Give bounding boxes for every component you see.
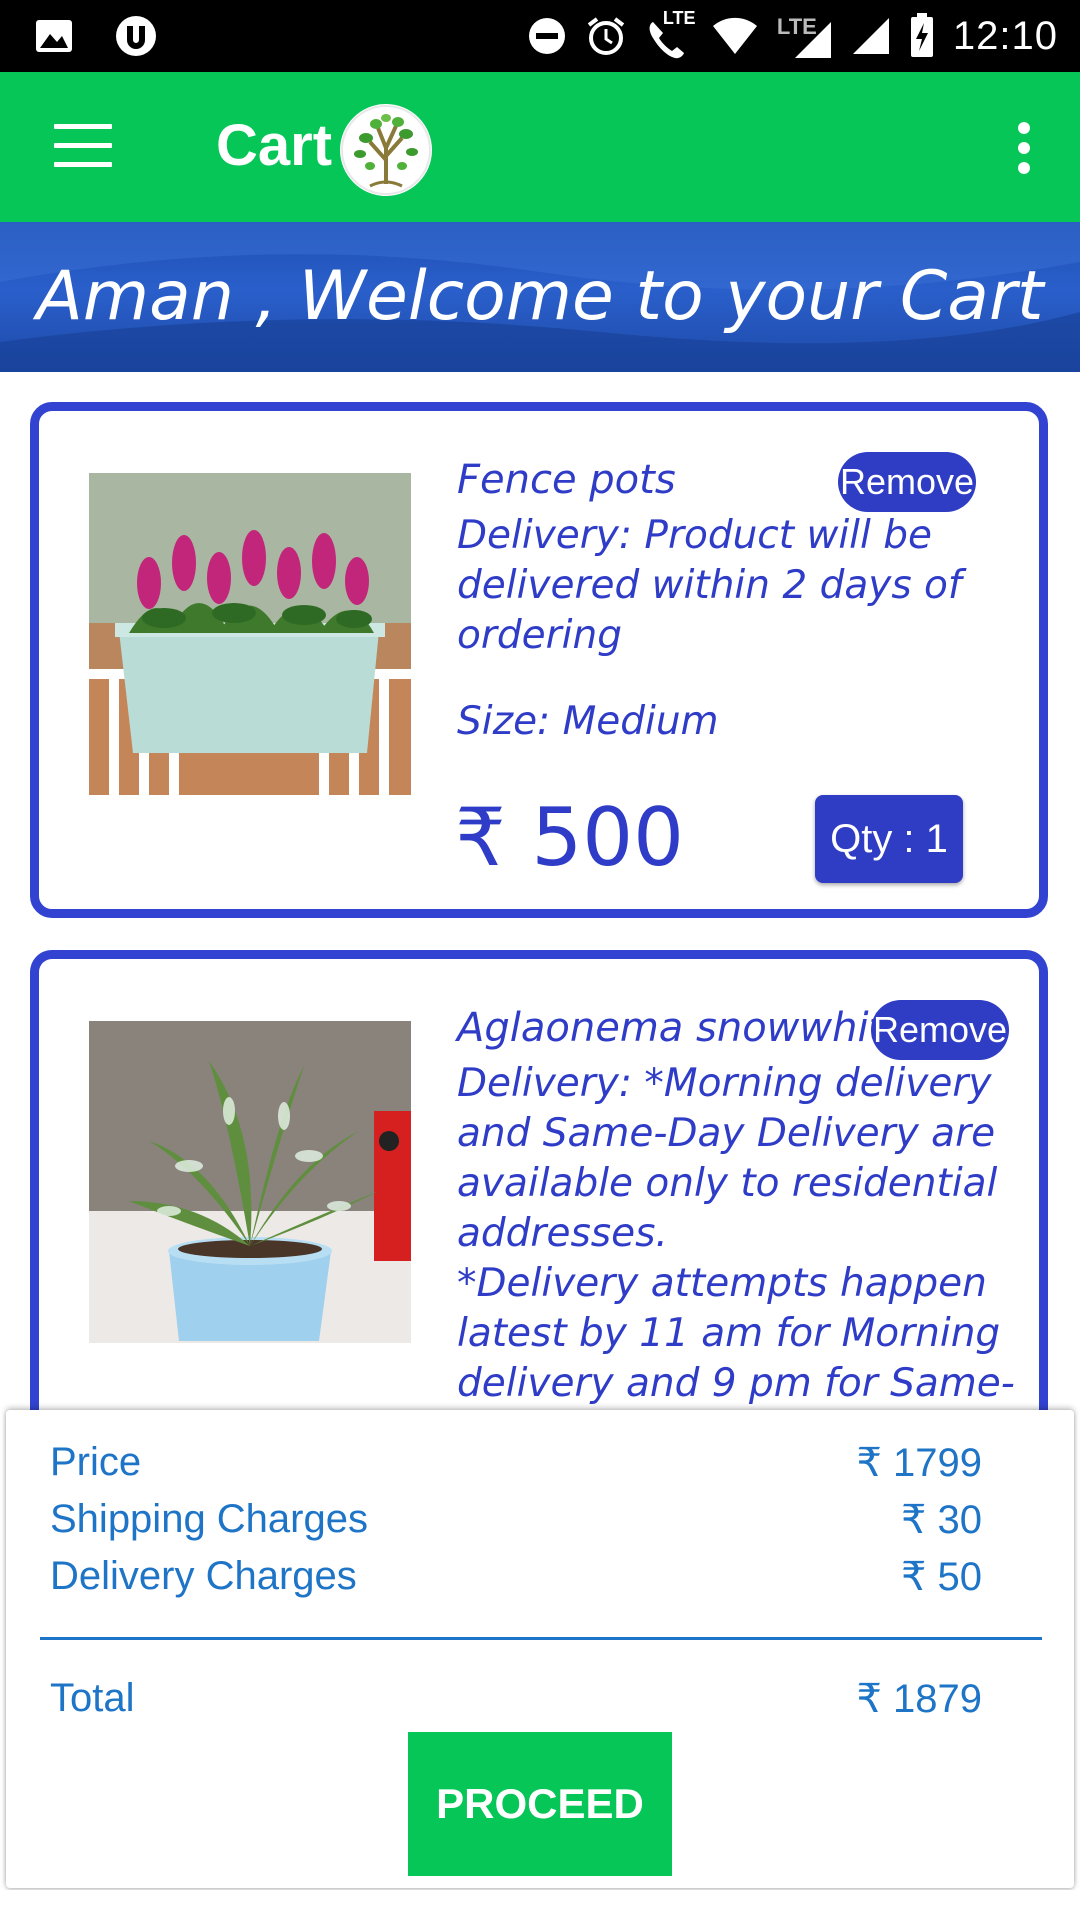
status-bar: LTE LTE 12:10 xyxy=(0,0,1080,72)
order-summary-panel: Price ₹ 1799 Shipping Charges ₹ 30 Deliv… xyxy=(6,1410,1074,1888)
tree-logo-icon xyxy=(340,104,432,196)
product-name: Aglaonema snowwhite xyxy=(457,1005,909,1051)
cart-item-card: Aglaonema snowwhite Remove Delivery: *Mo… xyxy=(30,950,1048,1456)
proceed-button[interactable]: PROCEED xyxy=(408,1732,672,1876)
delivery-info: Delivery: *Morning delivery and Same-Day… xyxy=(457,1061,998,1256)
delivery-charges-value: ₹ 50 xyxy=(900,1555,982,1599)
utorrent-icon xyxy=(116,16,156,56)
shipping-value: ₹ 30 xyxy=(900,1498,982,1542)
page-title: Cart xyxy=(216,113,333,178)
dnd-icon xyxy=(528,18,565,54)
product-image-fence-pots[interactable] xyxy=(89,473,411,795)
delivery-info: Delivery: Product will be delivered with… xyxy=(457,513,962,658)
price-row: Price ₹ 1799 xyxy=(50,1440,982,1496)
signal-icon xyxy=(852,18,889,54)
total-label: Total xyxy=(50,1676,135,1720)
size-info: Size: Medium xyxy=(457,699,719,744)
remove-button[interactable]: Remove xyxy=(871,1000,1009,1060)
cart-item-card: Fence pots Remove Delivery: Product will… xyxy=(30,402,1048,918)
welcome-text: Aman , Welcome to your Cart xyxy=(36,257,1044,336)
welcome-banner: Aman , Welcome to your Cart xyxy=(0,222,1080,372)
image-icon xyxy=(36,20,72,52)
remove-button[interactable]: Remove xyxy=(838,452,976,512)
price-label: Price xyxy=(50,1440,142,1484)
product-price: ₹ 500 xyxy=(455,791,685,884)
delivery-charges-label: Delivery Charges xyxy=(50,1554,357,1598)
summary-divider xyxy=(40,1637,1042,1640)
total-value: ₹ 1879 xyxy=(856,1677,982,1721)
lte-call-icon: LTE xyxy=(645,8,696,59)
hamburger-menu-icon[interactable] xyxy=(54,124,112,170)
shipping-label: Shipping Charges xyxy=(50,1497,368,1541)
alarm-icon xyxy=(587,17,625,55)
bottom-edge xyxy=(0,1890,1080,1920)
shipping-row: Shipping Charges ₹ 30 xyxy=(50,1497,982,1553)
signal-icon: LTE xyxy=(777,14,833,58)
delivery-charges-row: Delivery Charges ₹ 50 xyxy=(50,1554,982,1610)
status-time: 12:10 xyxy=(952,13,1058,58)
wifi-icon xyxy=(712,17,757,54)
product-image-aglaonema[interactable] xyxy=(89,1021,411,1343)
price-value: ₹ 1799 xyxy=(856,1441,982,1485)
battery-charging-icon xyxy=(910,13,933,57)
app-toolbar: Cart xyxy=(0,72,1080,222)
quantity-button[interactable]: Qty : 1 xyxy=(815,795,963,883)
more-vert-icon[interactable] xyxy=(1014,122,1034,174)
total-row: Total ₹ 1879 xyxy=(50,1676,982,1732)
product-name: Fence pots xyxy=(457,457,676,503)
lte-call-label: LTE xyxy=(662,8,696,28)
